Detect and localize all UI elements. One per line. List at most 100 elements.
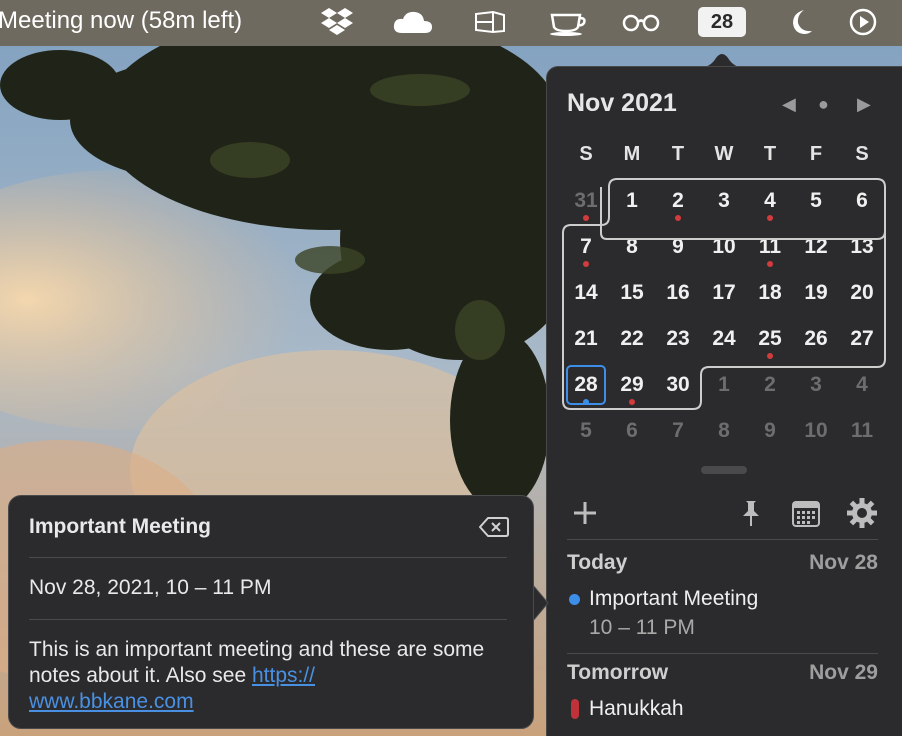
day-cell[interactable]: 4: [750, 181, 790, 221]
day-cell[interactable]: 6: [612, 411, 652, 451]
day-cell[interactable]: 18: [750, 273, 790, 313]
tomorrow-event-title[interactable]: Hanukkah: [589, 697, 684, 721]
day-cell[interactable]: 21: [566, 319, 606, 359]
month-title: Nov 2021: [567, 89, 677, 117]
day-cell[interactable]: 20: [842, 273, 882, 313]
glasses-icon[interactable]: [620, 5, 662, 39]
pin-icon: [743, 501, 759, 526]
event-indicator-dot: [767, 261, 773, 267]
day-cell[interactable]: 19: [796, 273, 836, 313]
delete-event-button[interactable]: [479, 516, 509, 540]
day-cell[interactable]: 15: [612, 273, 652, 313]
dropbox-icon[interactable]: [318, 5, 356, 39]
cloud-icon[interactable]: [392, 5, 434, 39]
calendar-panel: Nov 2021 ◀ ● ▶ SMTWTFS 31 1 2 3 4 5 6 7 8 9 10 11 12…: [546, 66, 902, 736]
menu-bar: Meeting now (58m left) 28: [0, 0, 902, 46]
today-section-label: Today: [567, 551, 628, 574]
event-indicator-dot: [583, 215, 589, 221]
day-cell[interactable]: 26: [796, 319, 836, 359]
day-cell[interactable]: 16: [658, 273, 698, 313]
day-cell[interactable]: 31: [566, 181, 606, 221]
prev-month-button[interactable]: ◀: [782, 95, 796, 113]
day-cell[interactable]: 7: [658, 411, 698, 451]
day-cell[interactable]: 2: [658, 181, 698, 221]
menubar-meeting-status[interactable]: Meeting now (58m left): [0, 6, 242, 36]
day-cell[interactable]: 7: [566, 227, 606, 267]
day-cell[interactable]: 5: [566, 411, 606, 451]
cup-icon[interactable]: [546, 5, 590, 39]
day-cell[interactable]: 30: [658, 365, 698, 405]
calendar-date-badge[interactable]: 28: [698, 7, 746, 37]
weekday-label: T: [671, 143, 685, 165]
day-cell[interactable]: 11: [842, 411, 882, 451]
popover-title: Important Meeting: [29, 515, 211, 538]
day-cell[interactable]: 2: [750, 365, 790, 405]
day-cell[interactable]: 4: [842, 365, 882, 405]
day-cell[interactable]: 1: [612, 181, 652, 221]
divider: [567, 653, 878, 654]
day-cell[interactable]: 12: [796, 227, 836, 267]
popover-date: Nov 28, 2021, 10 – 11 PM: [29, 576, 272, 599]
divider: [29, 619, 507, 620]
day-cell[interactable]: 3: [796, 365, 836, 405]
delete-icon: [479, 517, 509, 537]
open-calendar-button[interactable]: [788, 495, 824, 531]
weekday-label: W: [714, 143, 734, 165]
day-cell[interactable]: 10: [796, 411, 836, 451]
window-icon[interactable]: [472, 5, 508, 39]
today-event-title[interactable]: Important Meeting: [589, 587, 758, 611]
event-color-bar: [571, 699, 579, 719]
pin-button[interactable]: [733, 495, 769, 531]
day-cell[interactable]: 9: [750, 411, 790, 451]
calendar-grid-icon: [792, 501, 820, 527]
day-cell[interactable]: 14: [566, 273, 606, 313]
plus-icon: [574, 502, 596, 524]
next-month-button[interactable]: ▶: [857, 95, 871, 113]
today-event-time: 10 – 11 PM: [589, 616, 695, 639]
weekday-label: S: [855, 143, 869, 165]
day-cell-today[interactable]: 28: [566, 365, 606, 405]
settings-button[interactable]: [844, 495, 880, 531]
day-cell[interactable]: 29: [612, 365, 652, 405]
popover-notes: This is an important meeting and these a…: [29, 637, 509, 715]
add-event-button[interactable]: [567, 495, 603, 531]
resize-handle[interactable]: [701, 466, 747, 474]
moon-icon[interactable]: [786, 5, 814, 39]
gear-icon: [847, 498, 877, 528]
day-cell[interactable]: 9: [658, 227, 698, 267]
day-cell[interactable]: 8: [704, 411, 744, 451]
popover-arrow: [532, 583, 549, 623]
day-cell[interactable]: 24: [704, 319, 744, 359]
play-icon[interactable]: [848, 5, 878, 39]
event-indicator-dot: [675, 215, 681, 221]
divider: [567, 539, 878, 540]
day-cell[interactable]: 23: [658, 319, 698, 359]
day-cell[interactable]: 22: [612, 319, 652, 359]
event-indicator-dot: [583, 261, 589, 267]
weekday-label: M: [623, 143, 641, 165]
day-cell[interactable]: 1: [704, 365, 744, 405]
day-cell[interactable]: 8: [612, 227, 652, 267]
event-popover: Important Meeting Nov 28, 2021, 10 – 11 …: [8, 495, 534, 729]
day-cell[interactable]: 11: [750, 227, 790, 267]
tomorrow-section-date: Nov 29: [809, 661, 878, 684]
event-indicator-dot: [767, 353, 773, 359]
event-indicator-dot: [629, 399, 635, 405]
tomorrow-section-label: Tomorrow: [567, 661, 669, 684]
day-cell[interactable]: 5: [796, 181, 836, 221]
event-indicator-dot: [767, 215, 773, 221]
day-cell[interactable]: 10: [704, 227, 744, 267]
day-cell[interactable]: 17: [704, 273, 744, 313]
day-cell[interactable]: 27: [842, 319, 882, 359]
event-indicator-dot: [583, 399, 589, 405]
day-cell[interactable]: 6: [842, 181, 882, 221]
weekday-label: S: [579, 143, 593, 165]
weekday-label: T: [763, 143, 777, 165]
day-cell[interactable]: 3: [704, 181, 744, 221]
day-cell[interactable]: 13: [842, 227, 882, 267]
divider: [29, 557, 507, 558]
today-button[interactable]: ●: [818, 95, 829, 113]
day-cell[interactable]: 25: [750, 319, 790, 359]
event-color-dot: [569, 594, 580, 605]
today-section-date: Nov 28: [809, 551, 878, 574]
